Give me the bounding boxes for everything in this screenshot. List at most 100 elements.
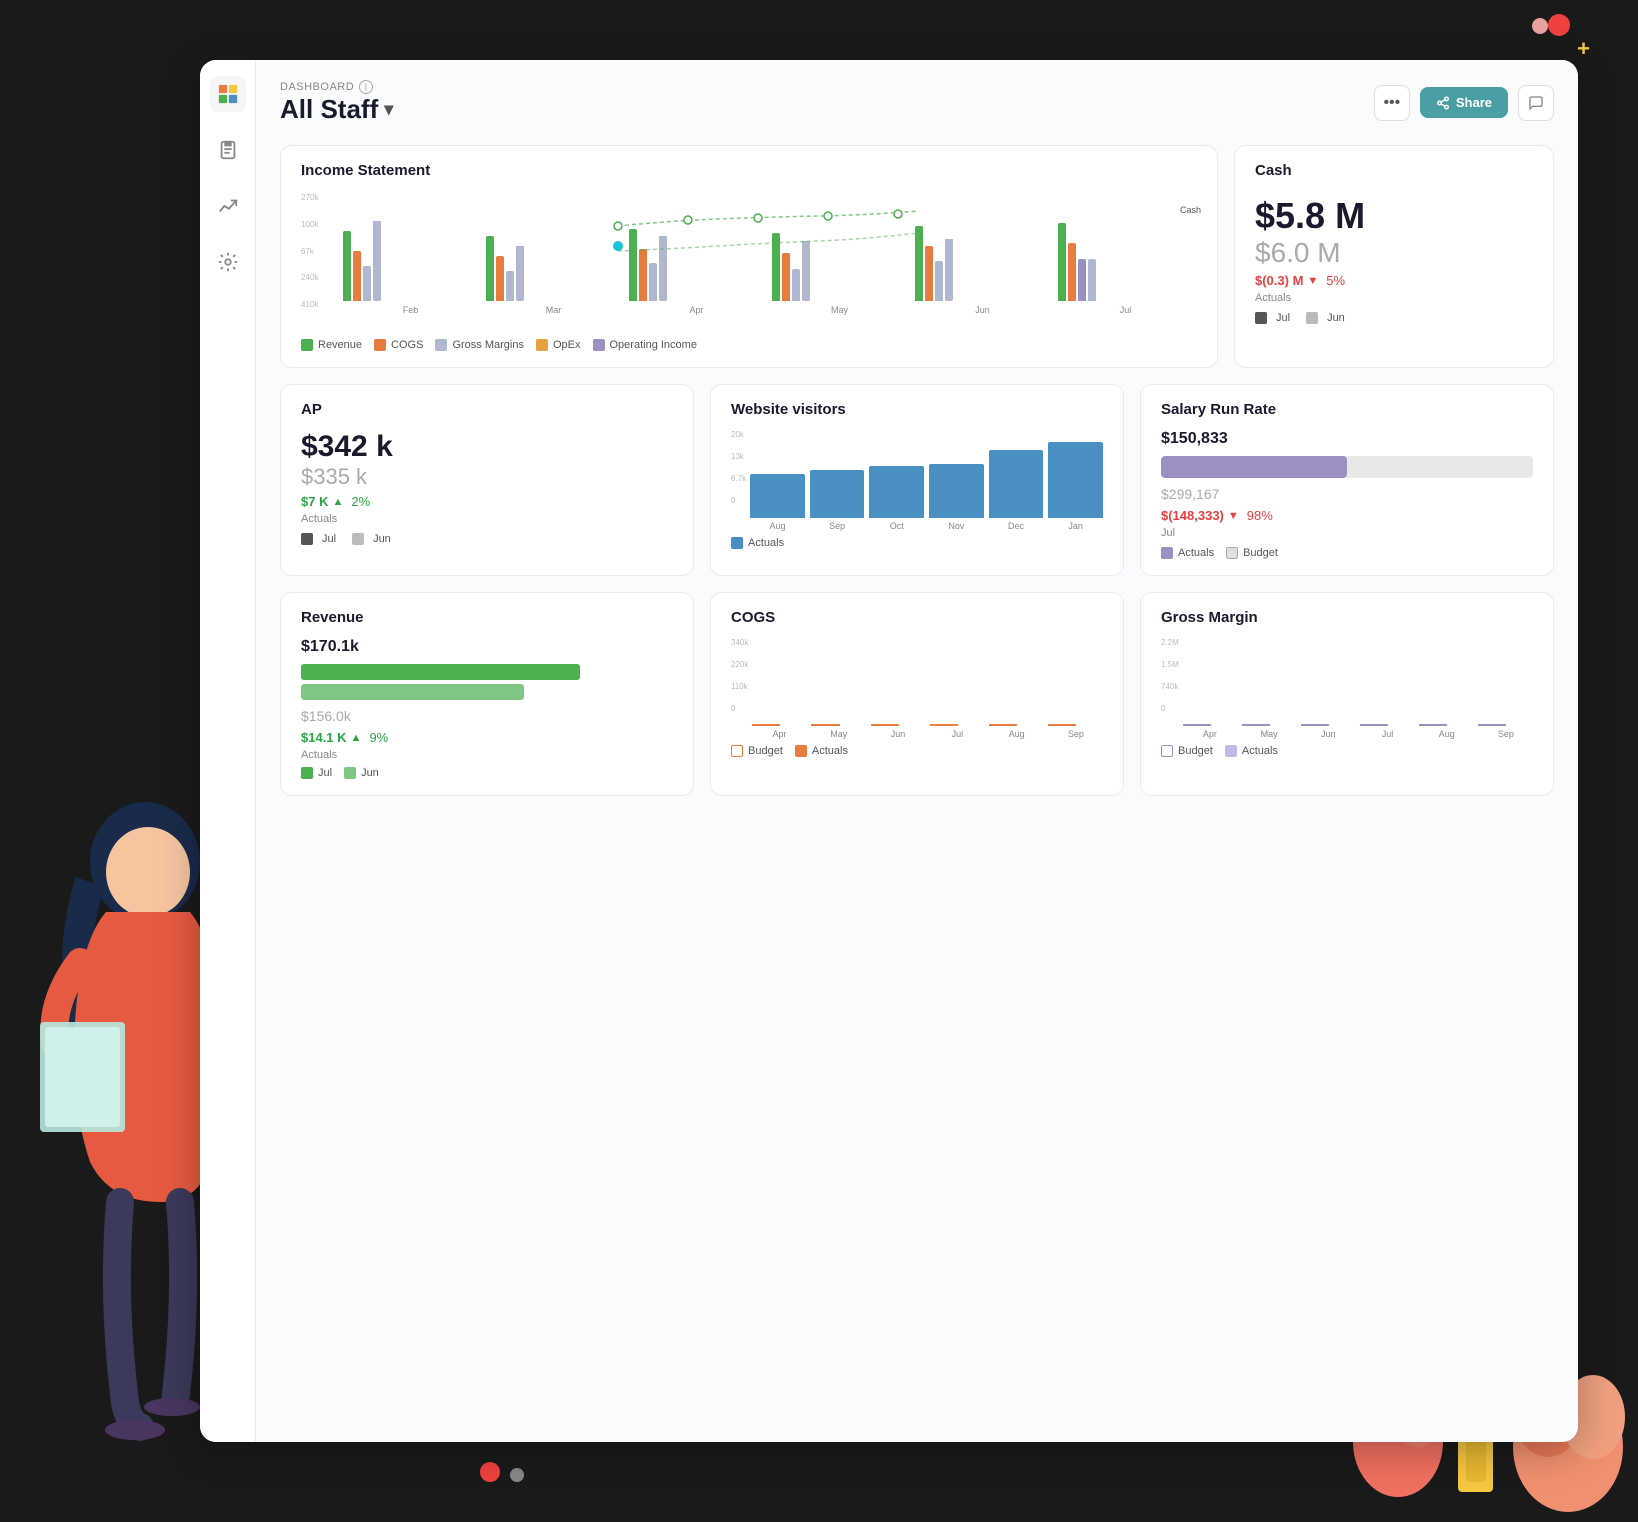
cogs-may-budget <box>811 724 839 726</box>
jun-group <box>915 226 1050 301</box>
salary-delta-pct: 98% <box>1247 508 1273 523</box>
cogs-y-axis: 340k 220k 110k 0 <box>731 638 748 728</box>
revenue-title: Revenue <box>301 609 673 626</box>
gm-chart <box>1183 646 1533 726</box>
cogs-chart <box>752 646 1103 726</box>
apr-gm-bar <box>649 263 657 301</box>
salary-arrow-icon: ▼ <box>1228 510 1239 522</box>
gm-apr-budget <box>1183 724 1211 726</box>
ap-legend: Jul Jun <box>301 533 673 545</box>
y-label-1: 410k <box>301 300 339 309</box>
second-row: AP $342 k $335 k $7 K ▲ 2% Actuals Jul <box>280 384 1554 576</box>
visitors-actuals-dot <box>731 537 743 549</box>
visitors-bar-sep <box>810 470 865 518</box>
ap-values: $342 k $335 k $7 K ▲ 2% Actuals <box>301 430 673 525</box>
feb-gm-bar <box>363 266 371 301</box>
month-mar: Mar <box>486 305 621 315</box>
revenue-delta-pct: 9% <box>369 730 388 745</box>
cash-budget: $6.0 M <box>1255 237 1533 269</box>
visitors-legend-actuals: Actuals <box>731 537 784 549</box>
gm-legend-actuals: Actuals <box>1225 745 1278 757</box>
revenue-bars <box>301 664 673 700</box>
ap-legend-jul: Jul <box>301 533 336 545</box>
feb-group <box>343 211 478 301</box>
salary-values: $150,833 $299,167 $(148,333) ▼ 98% Jul <box>1161 430 1533 539</box>
ap-delta-pct: 2% <box>351 494 370 509</box>
y-label-5: 270k <box>301 193 339 202</box>
cash-legend-jul-dot <box>1255 312 1267 324</box>
gm-may <box>1242 724 1297 726</box>
rev-jul-dot <box>301 767 313 779</box>
gm-legend-budget: Budget <box>1161 745 1213 757</box>
header-actions: ••• Share <box>1374 85 1554 121</box>
cogs-aug-budget <box>989 724 1017 726</box>
revenue-budget-value: $156.0k <box>301 708 673 724</box>
apr-cogs-bar <box>639 249 647 301</box>
sidebar-icon-settings[interactable] <box>210 244 246 280</box>
ap-jul-dot <box>301 533 313 545</box>
legend-cogs-dot <box>374 339 386 351</box>
cash-title: Cash <box>1255 162 1533 179</box>
visitors-chart-wrapper: 20k 13k 6.7k 0 <box>731 430 1103 531</box>
mar-group <box>486 236 621 301</box>
mar-negative-bar <box>516 246 524 301</box>
feb-cogs-bar <box>353 251 361 301</box>
cogs-apr <box>752 724 807 726</box>
salary-title: Salary Run Rate <box>1161 401 1533 418</box>
more-options-button[interactable]: ••• <box>1374 85 1410 121</box>
may-group <box>772 231 907 301</box>
sidebar-icon-analytics[interactable] <box>210 188 246 224</box>
cash-panel: Cash $5.8 M $6.0 M $(0.3) M ▼ 5% Actuals… <box>1234 145 1554 368</box>
visitors-chart <box>750 438 1103 518</box>
income-statement-panel: Income Statement 410k 240k 67k 100k 270k <box>280 145 1218 368</box>
sidebar-icon-reports[interactable] <box>210 132 246 168</box>
ap-legend-jun: Jun <box>352 533 391 545</box>
visitors-bar-nov <box>929 464 984 518</box>
revenue-delta: $14.1 K <box>301 730 347 745</box>
revenue-actuals: Actuals <box>301 749 673 761</box>
comment-button[interactable] <box>1518 85 1554 121</box>
income-statement-title: Income Statement <box>301 162 1197 179</box>
ap-value: $342 k <box>301 430 673 464</box>
gm-bars-container: Apr May Jun Jul Aug Sep <box>1183 638 1533 739</box>
revenue-panel: Revenue $170.1k $156.0k $14.1 K ▲ 9% Act… <box>280 592 694 796</box>
gm-legend: Budget Actuals <box>1161 745 1533 757</box>
website-visitors-title: Website visitors <box>731 401 1103 418</box>
visitors-bar-jan <box>1048 442 1103 518</box>
revenue-value: $170.1k <box>301 638 673 656</box>
gm-aug <box>1419 724 1474 726</box>
salary-actuals-dot <box>1161 547 1173 559</box>
ap-panel: AP $342 k $335 k $7 K ▲ 2% Actuals Jul <box>280 384 694 576</box>
dropdown-chevron-icon[interactable]: ▾ <box>384 99 393 120</box>
gm-y-axis: 2.2M 1.5M 740k 0 <box>1161 638 1179 728</box>
dot-red-top-icon <box>1532 18 1548 34</box>
month-feb: Feb <box>343 305 478 315</box>
sidebar-icon-dashboard[interactable] <box>210 76 246 112</box>
gross-margin-panel: Gross Margin 2.2M 1.5M 740k 0 <box>1140 592 1554 796</box>
cogs-legend-budget: Budget <box>731 745 783 757</box>
may-cogs-bar <box>782 253 790 301</box>
income-bars: Cash <box>339 191 1197 301</box>
salary-run-rate-panel: Salary Run Rate $150,833 $299,167 $(148,… <box>1140 384 1554 576</box>
gross-margin-title: Gross Margin <box>1161 609 1533 626</box>
mar-revenue-bar <box>486 236 494 301</box>
dashboard-title: All Staff ▾ <box>280 94 393 125</box>
cogs-sep-budget <box>1048 724 1076 726</box>
gm-chart-wrapper: 2.2M 1.5M 740k 0 <box>1161 638 1533 739</box>
visitors-y-axis: 20k 13k 6.7k 0 <box>731 430 746 520</box>
cogs-chart-wrapper: 340k 220k 110k 0 <box>731 638 1103 739</box>
may-gm-bar <box>792 269 800 301</box>
salary-value: $150,833 <box>1161 430 1533 448</box>
jul-gm-bar <box>1088 259 1096 301</box>
cogs-budget-dot <box>731 745 743 757</box>
visitors-bars-container: Aug Sep Oct Nov Dec Jan <box>750 430 1103 531</box>
jun-cogs-bar <box>925 246 933 301</box>
apr-revenue-bar <box>629 229 637 301</box>
apr-negative-bar <box>659 236 667 301</box>
share-button[interactable]: Share <box>1420 87 1508 118</box>
gm-actuals-dot <box>1225 745 1237 757</box>
gm-aug-budget <box>1419 724 1447 726</box>
revenue-delta-row: $14.1 K ▲ 9% <box>301 730 673 745</box>
salary-legend: Actuals Budget <box>1161 547 1533 559</box>
top-row-grid: Income Statement 410k 240k 67k 100k 270k <box>280 145 1554 368</box>
